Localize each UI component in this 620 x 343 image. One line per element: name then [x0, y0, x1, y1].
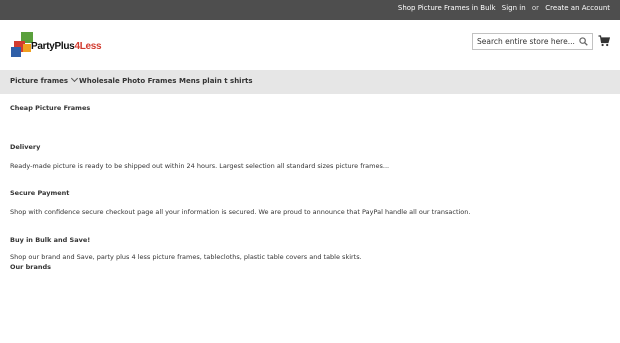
page-title: Cheap Picture Frames: [10, 104, 91, 112]
nav-item-mens-plain-t-shirts[interactable]: Mens plain t shirts: [179, 77, 253, 85]
sign-in-link[interactable]: Sign in: [502, 4, 526, 12]
nav-item-label: Wholesale Photo Frames: [79, 77, 177, 85]
search-icon[interactable]: [579, 37, 588, 46]
top-bar: Shop Picture Frames in Bulk Sign in or C…: [0, 0, 620, 20]
section-heading-bulk: Buy in Bulk and Save!: [10, 236, 91, 244]
search-box: [472, 33, 593, 50]
logo-square-orange: [23, 44, 31, 52]
nav-item-wholesale-photo-frames[interactable]: Wholesale Photo Frames: [79, 77, 176, 85]
shop-frames-link[interactable]: Shop Picture Frames in Bulk: [398, 4, 496, 12]
section-heading-secure-payment: Secure Payment: [10, 189, 70, 197]
logo-square-blue: [11, 47, 21, 57]
top-links: Shop Picture Frames in Bulk Sign in or C…: [394, 4, 610, 12]
or-text: or: [531, 4, 540, 12]
create-account-link[interactable]: Create an Account: [545, 4, 610, 12]
logo-text-accent: 4Less: [74, 41, 102, 52]
section-text-bulk: Shop our brand and Save, party plus 4 le…: [10, 253, 362, 261]
logo-text-main: PartyPlus: [31, 41, 75, 52]
brands-heading: Our brands: [10, 263, 52, 271]
header: PartyPlus4Less: [0, 20, 620, 70]
section-text-secure-payment: Shop with confidence secure checkout pag…: [10, 208, 471, 216]
search-input[interactable]: [473, 34, 577, 49]
nav-item-label: Picture frames: [10, 77, 69, 85]
chevron-down-icon: [71, 74, 79, 83]
nav-item-picture-frames[interactable]: Picture frames: [10, 74, 79, 85]
logo-text: PartyPlus4Less: [31, 41, 102, 52]
section-text-delivery: Ready-made picture is ready to be shippe…: [10, 162, 390, 170]
nav-item-label: Mens plain t shirts: [179, 77, 253, 85]
section-heading-delivery: Delivery: [10, 143, 41, 151]
cart-icon[interactable]: [598, 35, 610, 47]
site-logo[interactable]: PartyPlus4Less: [11, 32, 102, 58]
main-nav: Picture frames Wholesale Photo Frames Me…: [0, 70, 620, 94]
